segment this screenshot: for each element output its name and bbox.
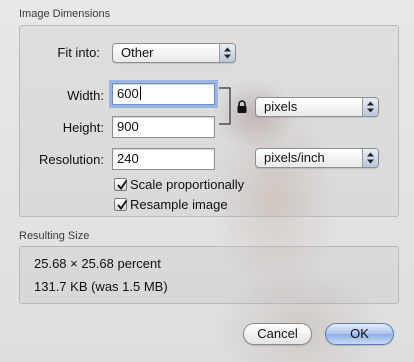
width-field[interactable]: 600: [112, 83, 215, 105]
text-caret: [139, 86, 141, 100]
resolution-value: 240: [117, 151, 139, 166]
resample-image-label[interactable]: Resample image: [130, 197, 228, 212]
resample-image-checkbox[interactable]: [114, 198, 128, 211]
resolution-unit-popup[interactable]: pixels/inch: [255, 148, 379, 168]
resolution-field[interactable]: 240: [112, 148, 215, 170]
width-label: Width:: [67, 88, 104, 103]
resulting-percent: 25.68 × 25.68 percent: [34, 256, 161, 271]
fit-into-value: Other: [121, 45, 154, 60]
image-dimensions-dialog: Image Dimensions Fit into: Other Width: …: [0, 0, 414, 362]
resulting-size-title: Resulting Size: [19, 230, 90, 242]
height-label: Height:: [62, 120, 104, 135]
resolution-label: Resolution:: [38, 152, 104, 167]
resulting-file-size: 131.7 KB (was 1.5 MB): [34, 279, 168, 294]
resulting-size-group: [19, 246, 399, 304]
resolution-unit-value: pixels/inch: [264, 150, 325, 165]
unit-value: pixels: [264, 99, 298, 114]
fit-into-popup[interactable]: Other: [112, 43, 236, 63]
popup-arrows-icon: [219, 44, 235, 62]
fit-into-label: Fit into:: [57, 45, 100, 60]
scale-proportionally-label[interactable]: Scale proportionally: [130, 177, 244, 192]
popup-arrows-icon: [362, 98, 378, 116]
checkmark-icon: [117, 199, 128, 210]
popup-arrows-icon: [362, 149, 378, 167]
cancel-button[interactable]: Cancel: [243, 323, 312, 345]
image-dimensions-title: Image Dimensions: [19, 8, 111, 20]
ok-button[interactable]: OK: [325, 323, 394, 345]
height-field[interactable]: 900: [112, 116, 215, 138]
unit-popup[interactable]: pixels: [255, 97, 379, 117]
lock-icon[interactable]: [236, 100, 248, 114]
width-value: 600: [117, 86, 139, 101]
height-value: 900: [117, 119, 139, 134]
scale-proportionally-checkbox[interactable]: [114, 178, 128, 191]
checkmark-icon: [117, 179, 128, 190]
